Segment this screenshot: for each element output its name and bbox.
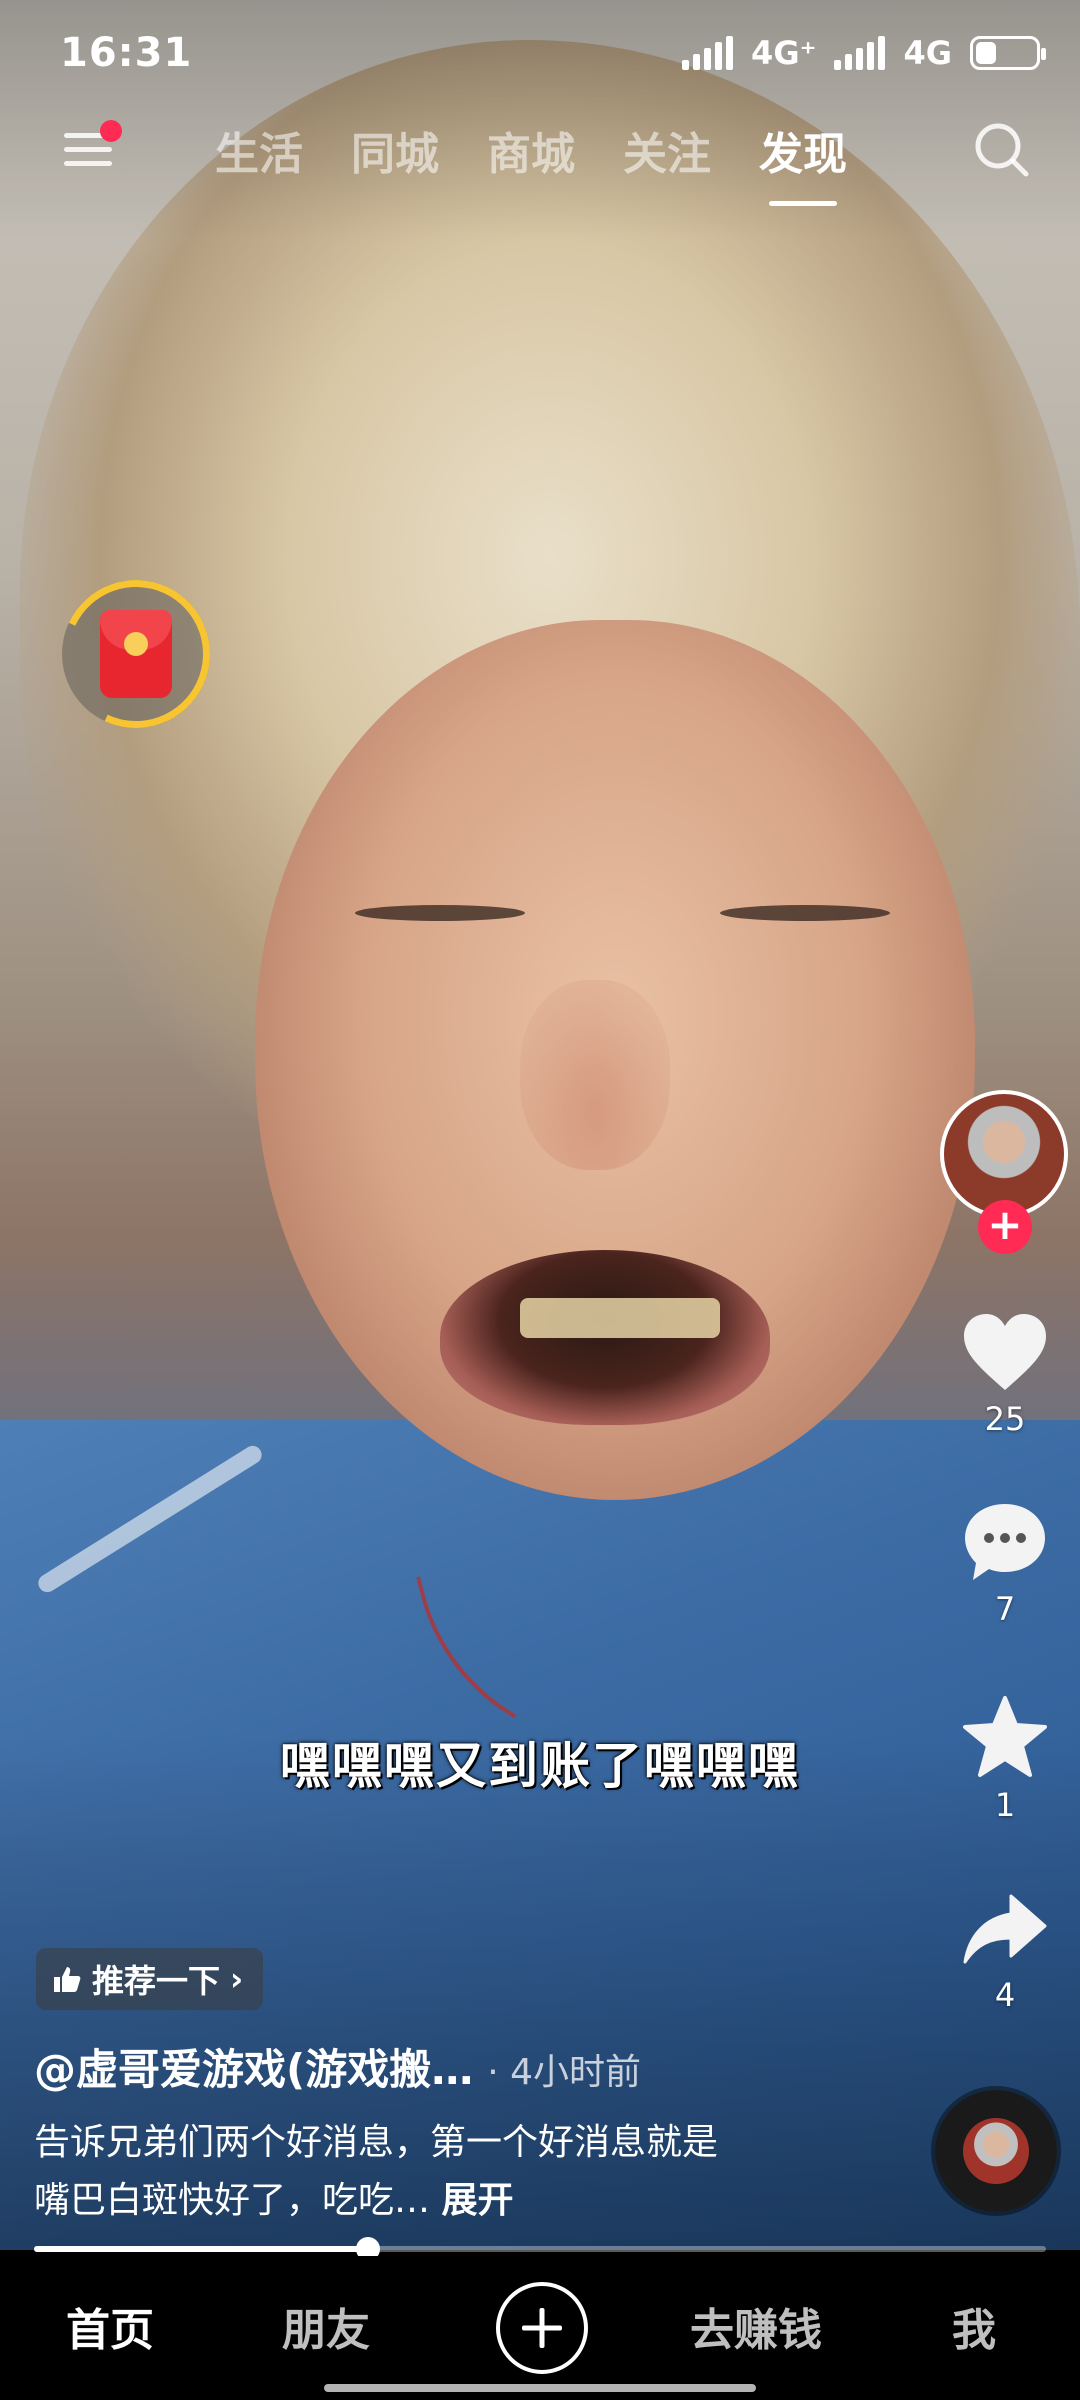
description-text: 告诉兄弟们两个好消息，第一个好消息就是嘴巴白斑快好了，吃吃… xyxy=(34,2122,719,2221)
tab-life[interactable]: 生活 xyxy=(215,110,303,190)
home-indicator xyxy=(324,2384,756,2392)
author-line: @虚哥爱游戏(游戏搬… · 4小时前 xyxy=(34,2036,641,2097)
search-icon[interactable] xyxy=(970,118,1034,182)
comment-icon xyxy=(965,1504,1045,1580)
heart-icon xyxy=(964,1314,1046,1390)
nav-me[interactable]: 我 xyxy=(952,2294,996,2358)
author-name[interactable]: @虚哥爱游戏(游戏搬… xyxy=(34,2036,473,2097)
video-frame-teeth xyxy=(520,1298,720,1338)
video-subtitle: 嘿嘿嘿又到账了嘿嘿嘿 xyxy=(280,1737,800,1795)
author-avatar[interactable] xyxy=(940,1090,1068,1218)
tab-following[interactable]: 关注 xyxy=(623,110,711,190)
video-frame-eye xyxy=(355,905,525,921)
chevron-right-icon: › xyxy=(230,1960,244,1998)
music-disc[interactable] xyxy=(935,2090,1057,2212)
top-tabs: 生活 同城 商城 关注 发现 xyxy=(215,110,847,206)
tab-discover[interactable]: 发现 xyxy=(759,110,847,206)
follow-button[interactable]: + xyxy=(978,1200,1032,1254)
video-frame-nose xyxy=(520,980,670,1170)
signal-icon xyxy=(682,36,734,70)
video-progress-bar[interactable] xyxy=(34,2237,1046,2261)
thumbs-up-icon xyxy=(54,1967,81,1992)
recommend-label: 推荐一下 xyxy=(92,1962,221,2000)
like-count: 25 xyxy=(984,1400,1026,1438)
gold-coin-icon xyxy=(124,632,148,656)
red-packet-widget[interactable] xyxy=(41,559,231,749)
nav-earn[interactable]: 去赚钱 xyxy=(690,2294,822,2358)
music-cover xyxy=(963,2118,1029,2184)
nav-home[interactable]: 首页 xyxy=(66,2294,154,2358)
create-plus-icon[interactable] xyxy=(496,2282,588,2374)
status-time: 16:31 xyxy=(60,30,193,76)
expand-link[interactable]: 展开 xyxy=(441,2180,513,2221)
video-player[interactable] xyxy=(0,0,1080,2250)
network-type-2: 4G xyxy=(903,34,952,72)
tab-mall[interactable]: 商城 xyxy=(487,110,575,190)
video-description[interactable]: 告诉兄弟们两个好消息，第一个好消息就是嘴巴白斑快好了，吃吃… 展开 xyxy=(34,2114,724,2230)
notification-dot xyxy=(100,120,122,142)
comment-count: 7 xyxy=(994,1590,1016,1628)
recommend-button[interactable]: 推荐一下 › xyxy=(36,1948,264,2010)
video-frame-eye xyxy=(720,905,890,921)
nav-friends[interactable]: 朋友 xyxy=(282,2294,370,2358)
share-count: 4 xyxy=(994,1976,1016,2014)
progress-fill xyxy=(34,2246,368,2252)
battery-level xyxy=(976,42,997,64)
share-arrow-icon xyxy=(963,1894,1047,1964)
post-time: · 4小时前 xyxy=(487,2052,641,2093)
top-nav: 生活 同城 商城 关注 发现 xyxy=(0,110,1080,210)
status-right: 4G⁺ 4G xyxy=(682,34,1046,72)
signal-icon xyxy=(834,36,886,70)
like-button[interactable]: 25 xyxy=(930,1310,1080,1438)
status-bar: 16:31 4G⁺ 4G xyxy=(0,0,1080,110)
share-button[interactable]: 4 xyxy=(930,1890,1080,2014)
comment-button[interactable]: 7 xyxy=(930,1500,1080,1628)
network-type-1: 4G⁺ xyxy=(751,34,817,72)
tab-local[interactable]: 同城 xyxy=(351,110,439,190)
battery-icon xyxy=(970,36,1046,70)
hamburger-menu-icon[interactable] xyxy=(64,120,124,184)
bottom-nav: 首页 朋友 去赚钱 我 xyxy=(0,2256,1080,2400)
